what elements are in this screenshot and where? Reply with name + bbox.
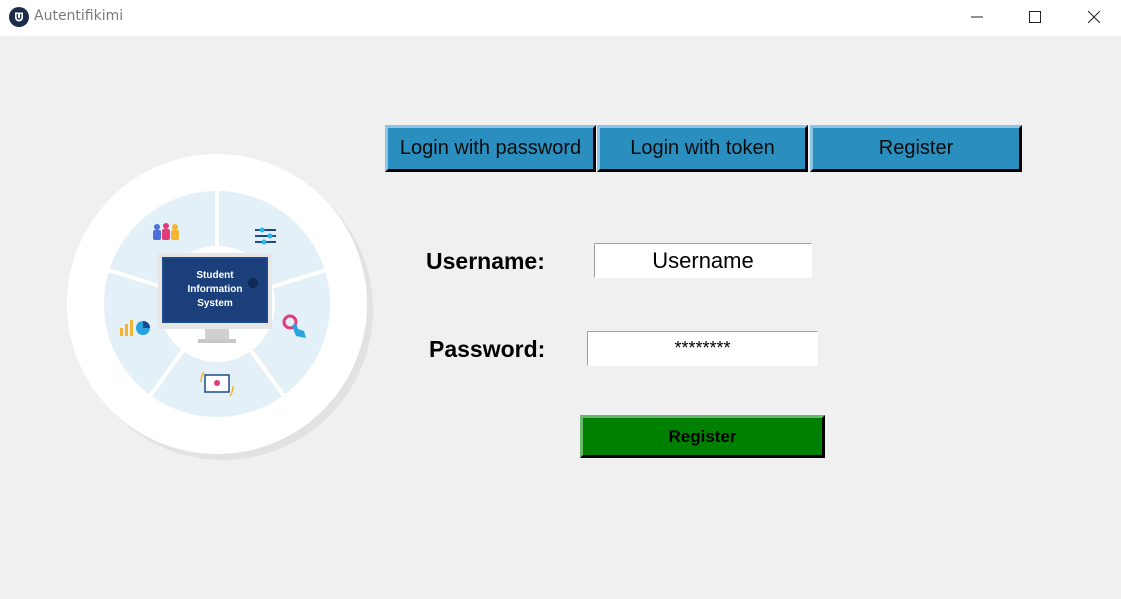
close-icon xyxy=(1088,11,1100,23)
presentation-icon xyxy=(200,371,234,397)
minimize-button[interactable] xyxy=(954,0,1000,34)
screen-line-3: System xyxy=(197,298,233,309)
maximize-icon xyxy=(1029,11,1041,23)
screen-line-2: Information xyxy=(188,284,243,295)
sliders-icon xyxy=(255,227,276,245)
username-field[interactable] xyxy=(594,243,812,278)
password-field[interactable] xyxy=(587,331,818,366)
close-button[interactable] xyxy=(1071,0,1117,34)
password-label: Password: xyxy=(429,336,546,362)
minimize-icon xyxy=(971,16,983,18)
tab-login-with-password[interactable]: Login with password xyxy=(385,125,596,172)
maximize-button[interactable] xyxy=(1012,0,1058,34)
username-label: Username: xyxy=(426,248,545,274)
tab-login-with-token[interactable]: Login with token xyxy=(597,125,808,172)
people-icon xyxy=(153,223,179,240)
register-submit-button[interactable]: Register xyxy=(580,415,825,458)
shield-icon xyxy=(9,7,29,27)
title-bar: Autentifikimi xyxy=(0,0,1121,36)
student-information-system-illustration: Student Information System xyxy=(67,154,373,460)
screen-line-1: Student xyxy=(196,270,234,281)
window-title: Autentifikimi xyxy=(34,8,124,24)
tab-register[interactable]: Register xyxy=(810,125,1022,172)
